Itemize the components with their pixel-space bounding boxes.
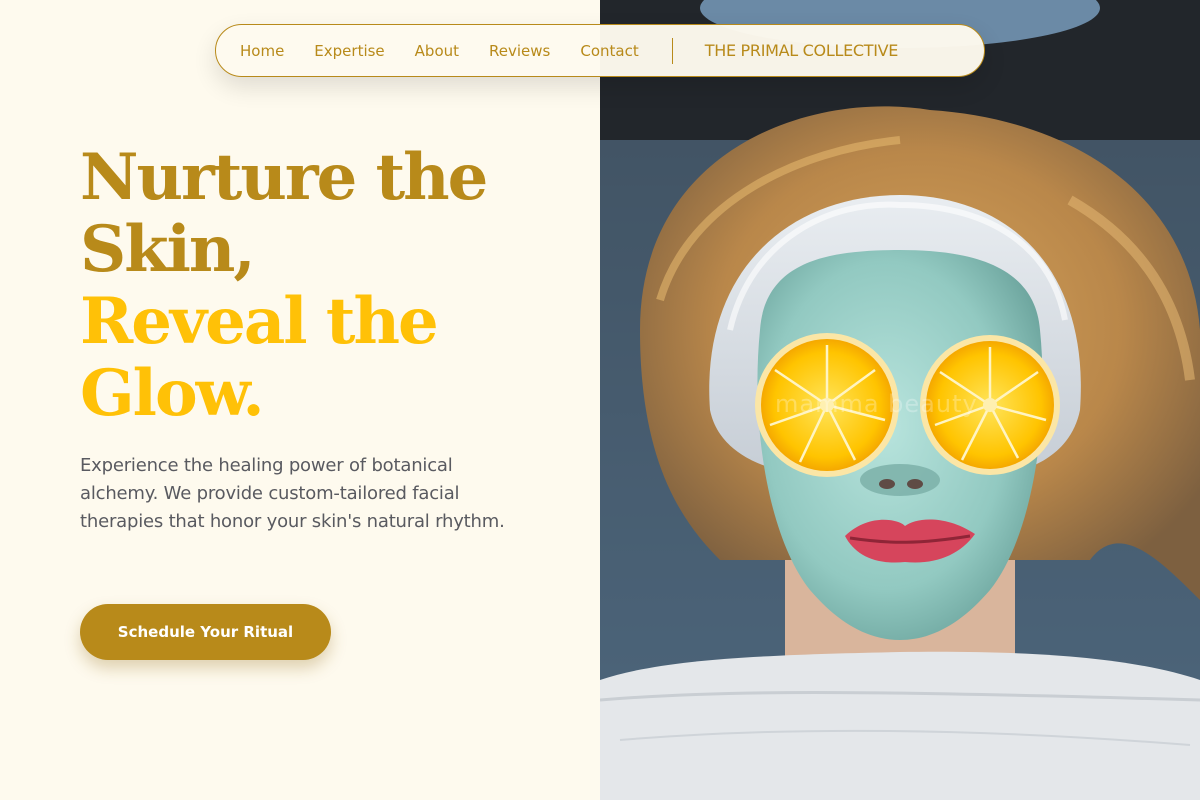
hero-headline: Nurture the Skin, Reveal the Glow. bbox=[80, 142, 580, 430]
headline-line-2: Skin, bbox=[80, 212, 256, 287]
hero-content-panel: Nurture the Skin, Reveal the Glow. Exper… bbox=[0, 0, 600, 800]
nav-link-home[interactable]: Home bbox=[240, 42, 284, 60]
headline-line-3: Reveal the bbox=[80, 284, 439, 359]
headline-line-1: Nurture the bbox=[80, 140, 488, 215]
nav-link-expertise[interactable]: Expertise bbox=[314, 42, 384, 60]
image-watermark: mamma beauty bbox=[775, 390, 978, 418]
nav-divider bbox=[671, 37, 673, 64]
brand-logo-text[interactable]: THE PRIMAL COLLECTIVE bbox=[705, 41, 899, 60]
main-navigation: Home Expertise About Reviews Contact THE… bbox=[215, 24, 985, 77]
headline-line-4: Glow. bbox=[80, 356, 265, 431]
schedule-ritual-button[interactable]: Schedule Your Ritual bbox=[80, 604, 331, 660]
nav-link-reviews[interactable]: Reviews bbox=[489, 42, 550, 60]
nav-link-about[interactable]: About bbox=[415, 42, 459, 60]
hero-image: mamma beauty bbox=[600, 0, 1200, 800]
nav-link-contact[interactable]: Contact bbox=[580, 42, 638, 60]
hero-description: Experience the healing power of botanica… bbox=[80, 455, 505, 532]
